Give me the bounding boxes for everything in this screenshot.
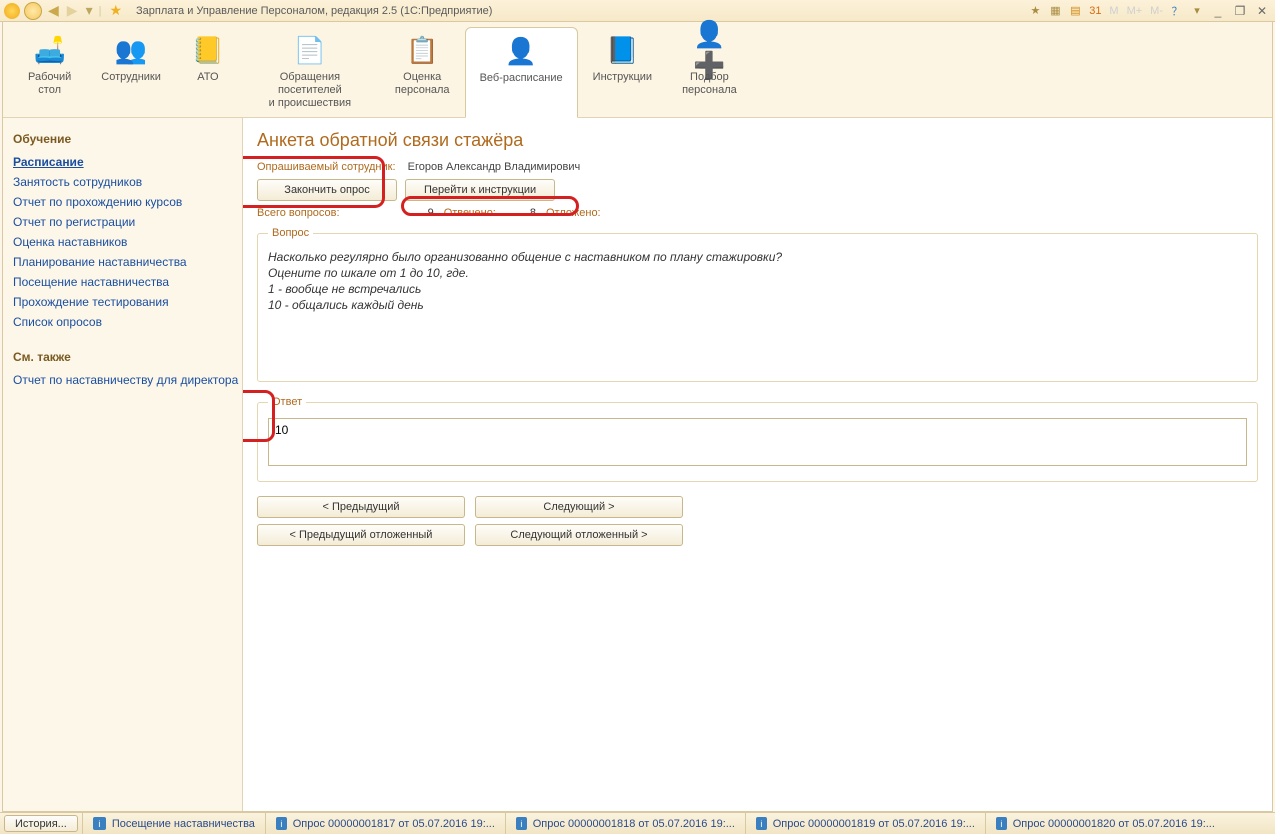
next-deferred-button[interactable]: Следующий отложенный > [475,524,683,546]
question-legend: Вопрос [268,227,313,239]
section-item-7[interactable]: 👤➕ Подбор персонала [667,26,752,117]
sidebar-item[interactable]: Посещение наставничества [11,272,242,292]
stats-line: Всего вопросов: 9 Отвечено: 8 Отложено: [257,207,1258,219]
status-tab-label: Опрос 00000001818 от 05.07.2016 19:... [533,818,735,830]
page-title: Анкета обратной связи стажёра [257,130,1258,151]
sidebar-item[interactable]: Отчет по регистрации [11,212,242,232]
stats-answered-label: Отвечено: [444,207,496,219]
stats-total-value: 9 [424,207,438,219]
section-label: Инструкции [593,71,652,84]
sidebar-item[interactable]: Прохождение тестирования [11,292,242,312]
info-icon: i [276,817,287,830]
section-icon: 🛋️ [33,33,67,67]
section-item-5[interactable]: 👤 Веб-расписание [465,27,578,118]
sidebar-item[interactable]: Расписание [11,152,242,172]
status-tab[interactable]: i Посещение наставничества [82,813,265,834]
section-icon: 📄 [293,33,327,67]
section-item-6[interactable]: 📘 Инструкции [578,26,667,117]
sidebar-item[interactable]: Список опросов [11,312,242,332]
section-item-2[interactable]: 📒 АТО [176,26,240,117]
sidebar-item[interactable]: Занятость сотрудников [11,172,242,192]
sidebar-item[interactable]: Отчет по наставничеству для директора [11,370,242,390]
minimize-button[interactable]: _ [1209,3,1227,19]
title-bar: ◀ ▶ ▾ | ★ Зарплата и Управление Персонал… [0,0,1275,22]
m-minus2-icon[interactable]: M- [1148,5,1165,17]
stats-total-label: Всего вопросов: [257,207,340,219]
section-label: Рабочий стол [28,71,71,97]
dropdown-icon[interactable]: ▾ [1189,3,1205,19]
m-plus-icon[interactable]: M+ [1125,5,1145,17]
section-item-0[interactable]: 🛋️ Рабочий стол [13,26,86,117]
section-label: Оценка персонала [395,71,450,97]
nav-back-icon[interactable]: ◀ [46,2,61,19]
nav-dropdown-icon[interactable]: ▾ [84,2,95,19]
main-content: Анкета обратной связи стажёра Опрашиваем… [243,118,1272,811]
answer-legend: Ответ [268,396,306,408]
section-item-1[interactable]: 👥 Сотрудники [86,26,176,117]
section-label: Веб-расписание [480,72,563,85]
status-tab-label: Опрос 00000001820 от 05.07.2016 19:... [1013,818,1215,830]
sidebar-item[interactable]: Оценка наставников [11,232,242,252]
info-icon: i [996,817,1007,830]
stats-deferred-label: Отложено: [546,207,601,219]
goto-instruction-button[interactable]: Перейти к инструкции [405,179,555,201]
employee-value: Егоров Александр Владимирович [408,161,581,173]
calendar-icon[interactable]: 31 [1087,3,1103,19]
question-fieldset: Вопрос Насколько регулярно было организо… [257,227,1258,382]
status-tab[interactable]: i Опрос 00000001818 от 05.07.2016 19:... [505,813,745,834]
sidebar-group-title-2: См. также [13,350,242,364]
fav-add-icon[interactable]: ★ [1027,3,1043,19]
close-button[interactable]: ✕ [1253,3,1271,19]
nav-forward-icon[interactable]: ▶ [65,2,80,19]
employee-label: Опрашиваемый сотрудник: [257,161,396,173]
section-icon: 👤➕ [692,33,726,67]
section-icon: 📋 [405,33,439,67]
status-bar: История... i Посещение наставничества i Опр… [0,812,1275,834]
info-icon: i [756,817,767,830]
question-body: Насколько регулярно было организованно о… [268,249,1247,369]
status-tab-label: Опрос 00000001819 от 05.07.2016 19:... [773,818,975,830]
status-tab[interactable]: i Опрос 00000001820 от 05.07.2016 19:... [985,813,1225,834]
section-item-3[interactable]: 📄 Обращения посетителей и происшествия [240,26,380,117]
section-label: Обращения посетителей и происшествия [255,71,365,110]
calc-icon[interactable]: ▤ [1067,3,1083,19]
app-icon [4,3,20,19]
sidebar-item[interactable]: Планирование наставничества [11,252,242,272]
finish-survey-button[interactable]: Закончить опрос [257,179,397,201]
window-title: Зарплата и Управление Персоналом, редакц… [136,5,492,17]
next-button[interactable]: Следующий > [475,496,683,518]
status-tab[interactable]: i Опрос 00000001817 от 05.07.2016 19:... [265,813,505,834]
section-icon: 👥 [114,33,148,67]
status-tab-label: Опрос 00000001817 от 05.07.2016 19:... [293,818,495,830]
section-label: Сотрудники [101,71,161,84]
section-icon: 📘 [605,33,639,67]
app-menu-button[interactable] [24,2,42,20]
sidebar-item[interactable]: Отчет по прохождению курсов [11,192,242,212]
answer-input[interactable] [268,418,1247,466]
info-icon: i [93,817,106,830]
sidebar-group-title-1: Обучение [13,132,242,146]
sidebar: Обучение РасписаниеЗанятость сотрудников… [3,118,243,811]
restore-button[interactable]: ❐ [1231,3,1249,19]
info-icon: i [516,817,527,830]
history-button[interactable]: История... [4,815,78,832]
favorite-icon[interactable]: ★ [105,2,126,19]
prev-deferred-button[interactable]: < Предыдущий отложенный [257,524,465,546]
section-icon: 📒 [191,33,225,67]
answer-fieldset: Ответ [257,396,1258,482]
section-icon: 👤 [504,34,538,68]
prev-button[interactable]: < Предыдущий [257,496,465,518]
tool-icon-1[interactable]: ▦ [1047,3,1063,19]
section-label: АТО [197,71,218,84]
m-minus-icon[interactable]: M [1107,5,1120,17]
stats-answered-value: 8 [502,207,540,219]
section-item-4[interactable]: 📋 Оценка персонала [380,26,465,117]
section-toolbar: 🛋️ Рабочий стол 👥 Сотрудники 📒 АТО 📄 Обращения … [3,22,1272,118]
section-label: Подбор персонала [682,71,737,97]
status-tab-label: Посещение наставничества [112,818,255,830]
status-tab[interactable]: i Опрос 00000001819 от 05.07.2016 19:... [745,813,985,834]
help-icon[interactable]: ？ [1169,3,1185,19]
